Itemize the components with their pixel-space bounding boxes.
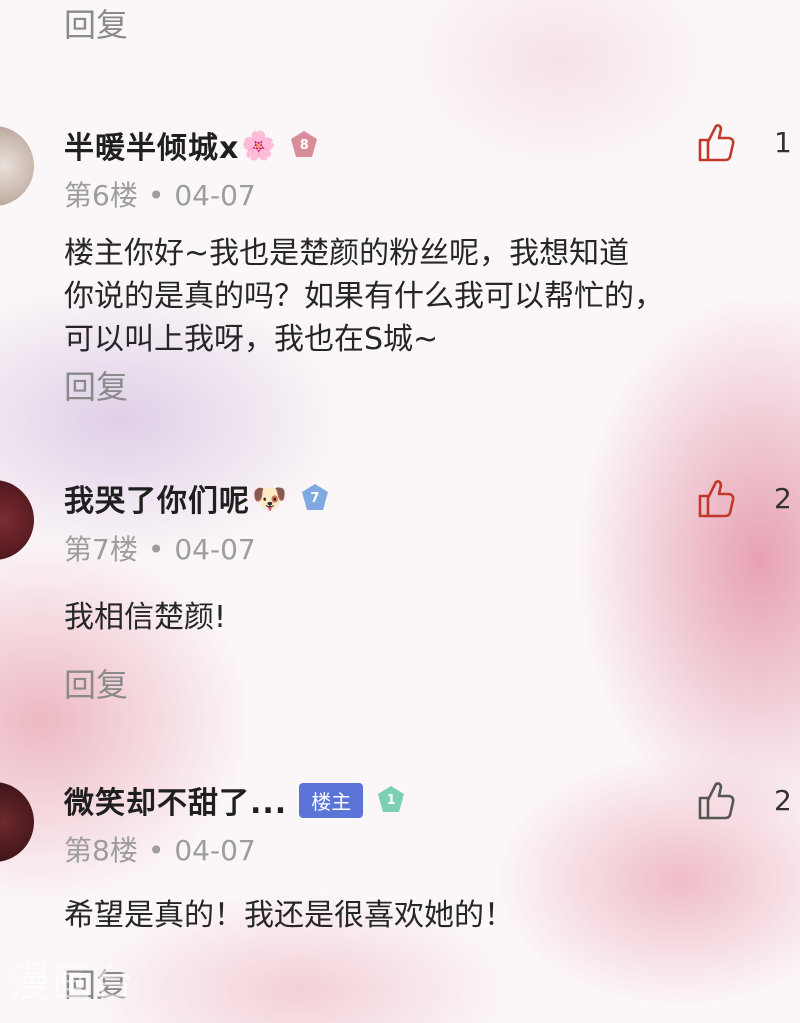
comment-meta: 第8楼 • 04-07: [64, 834, 256, 867]
comment-date: 04-07: [174, 533, 256, 566]
comment-text: 希望是真的！我还是很喜欢她的！: [64, 894, 784, 937]
like-count: 2: [774, 482, 792, 515]
comment-line: 可以叫上我呀，我也在S城~: [64, 322, 439, 357]
comment-date: 04-07: [174, 834, 256, 867]
level-number: 8: [299, 137, 309, 153]
floor-number: 第7楼: [64, 533, 138, 566]
reply-link[interactable]: 回复: [64, 362, 128, 408]
username[interactable]: 微笑却不甜了...: [64, 778, 287, 822]
dog-emoji-icon: 🐶: [252, 481, 287, 515]
level-number: 7: [310, 490, 320, 506]
comment-text: 我相信楚颜!: [64, 596, 784, 639]
comment-header: 半暖半倾城x 🌸 8: [64, 123, 320, 167]
floor-number: 第8楼: [64, 834, 138, 867]
thumbs-up-icon[interactable]: [694, 120, 738, 164]
comment-header: 微笑却不甜了... 楼主 1: [64, 778, 407, 822]
level-badge: 7: [299, 482, 331, 514]
like-count: 2: [774, 784, 792, 817]
like-count: 1: [774, 126, 792, 159]
comment-text: 楼主你好~我也是楚颜的粉丝呢，我想知道 你说的是真的吗？如果有什么我可以帮忙的，…: [64, 232, 784, 361]
comment-date: 04-07: [174, 179, 256, 212]
avatar[interactable]: [0, 126, 34, 206]
thread-owner-tag: 楼主: [299, 782, 364, 818]
thumbs-up-icon[interactable]: [694, 476, 738, 520]
level-badge: 8: [288, 129, 320, 161]
comment-line: 希望是真的！我还是很喜欢她的！: [64, 898, 514, 933]
comment-line: 你说的是真的吗？如果有什么我可以帮忙的，: [64, 279, 664, 314]
comment-line: 我相信楚颜!: [64, 600, 227, 635]
username[interactable]: 我哭了你们呢: [64, 476, 250, 520]
watermark: 漫画台: [10, 960, 136, 1006]
comment-meta: 第6楼 • 04-07: [64, 179, 256, 212]
reply-link[interactable]: 回复: [64, 660, 128, 706]
comment-meta: 第7楼 • 04-07: [64, 533, 256, 566]
level-number: 1: [386, 792, 396, 808]
comment-line: 楼主你好~我也是楚颜的粉丝呢，我想知道: [64, 236, 630, 271]
avatar[interactable]: [0, 480, 34, 560]
thumbs-up-icon[interactable]: [694, 778, 738, 822]
flower-emoji-icon: 🌸: [241, 128, 277, 162]
avatar[interactable]: [0, 782, 34, 862]
username[interactable]: 半暖半倾城x: [64, 123, 239, 167]
reply-link[interactable]: 回复: [64, 0, 128, 46]
comment-header: 我哭了你们呢 🐶 7: [64, 476, 331, 520]
level-badge: 1: [375, 784, 407, 816]
floor-number: 第6楼: [64, 179, 138, 212]
